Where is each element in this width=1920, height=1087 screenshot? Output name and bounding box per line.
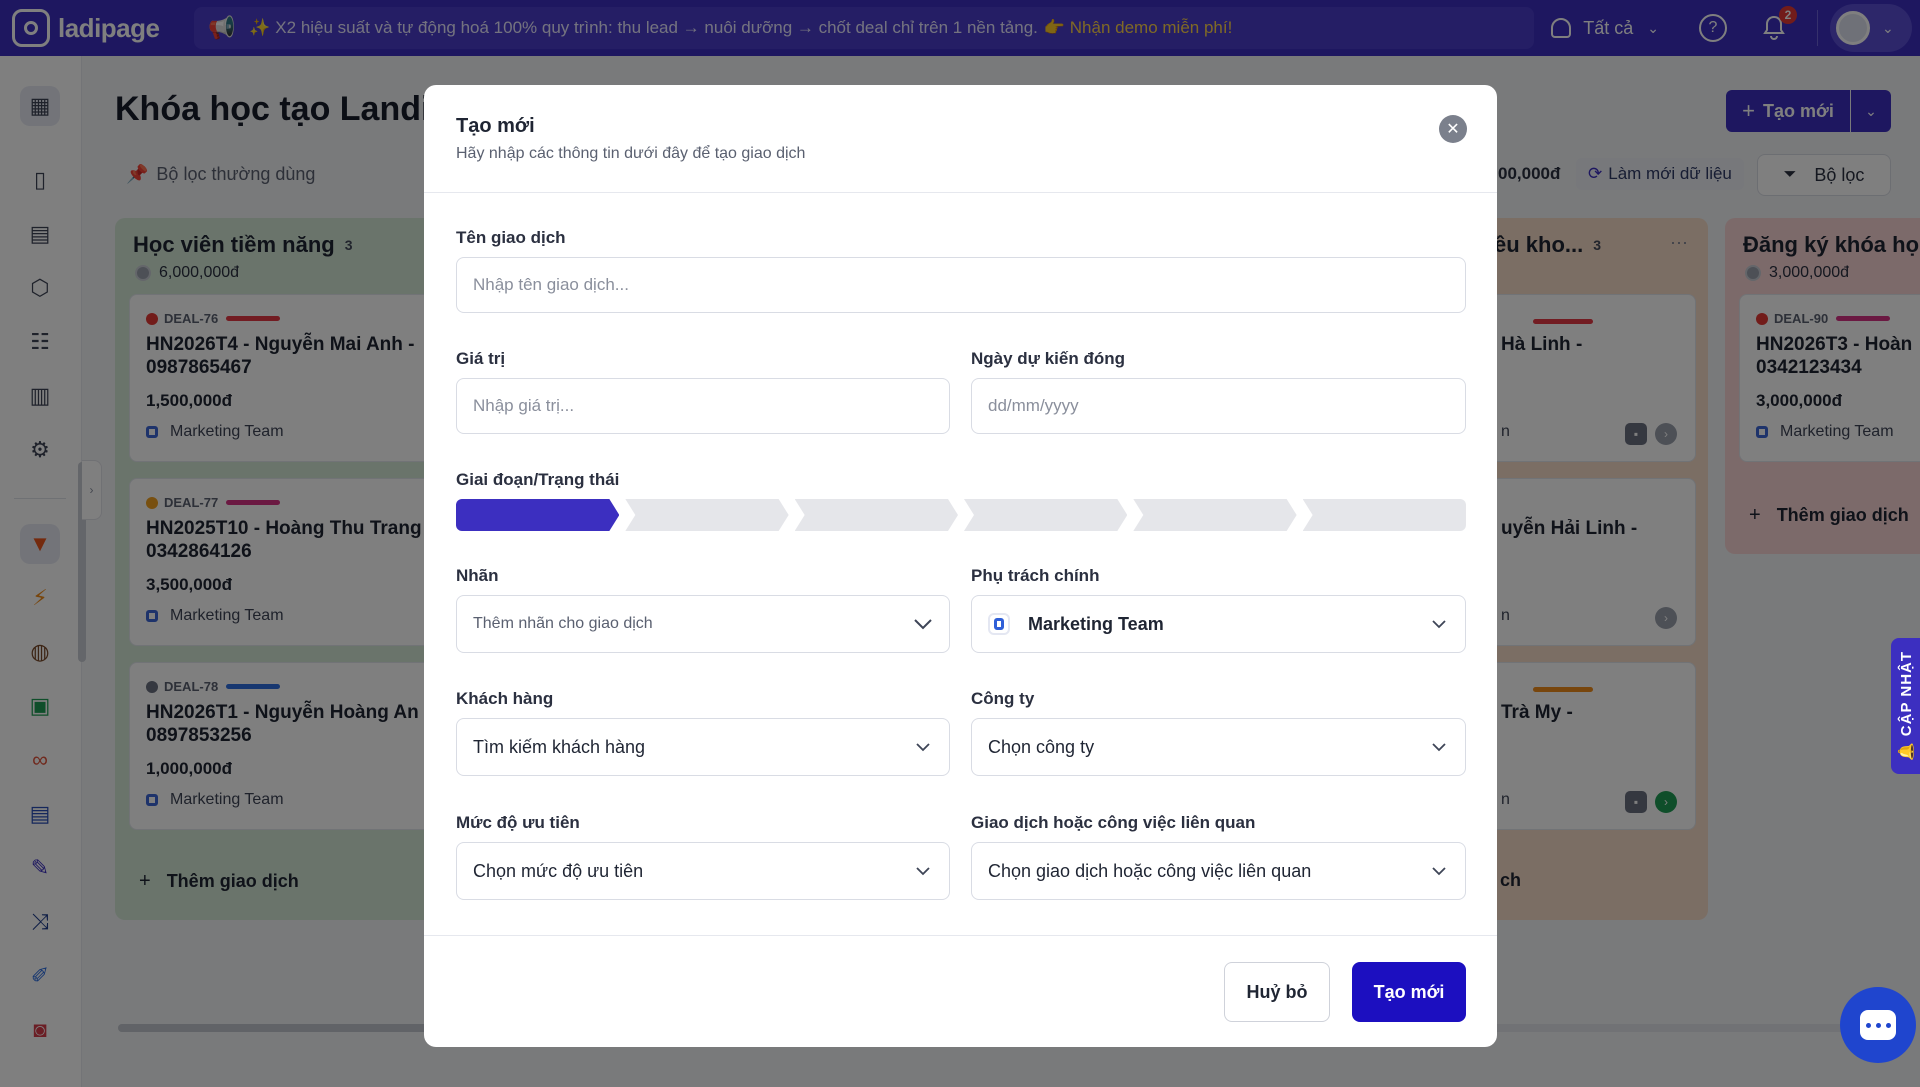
chevron-down-icon: [1429, 737, 1449, 757]
owner-value: Marketing Team: [1028, 613, 1164, 634]
cancel-button[interactable]: Huỷ bỏ: [1224, 962, 1330, 1022]
chat-widget-button[interactable]: [1840, 987, 1916, 1063]
chevron-down-icon: [913, 614, 933, 634]
related-value: Chọn giao dịch hoặc công việc liên quan: [988, 860, 1312, 881]
owner-label: Phụ trách chính: [971, 566, 1100, 585]
chevron-down-icon: [1429, 861, 1449, 881]
stage-selector: [456, 499, 1466, 531]
submit-create-button[interactable]: Tạo mới: [1352, 962, 1466, 1022]
company-label: Công ty: [971, 689, 1035, 708]
modal-subtitle: Hãy nhập các thông tin dưới đây để tạo g…: [456, 145, 806, 162]
priority-select[interactable]: Chọn mức độ ưu tiên: [456, 842, 950, 900]
tags-label: Nhãn: [456, 566, 499, 585]
stage-step-5[interactable]: [1133, 499, 1296, 531]
related-select[interactable]: Chọn giao dịch hoặc công việc liên quan: [971, 842, 1466, 900]
value-label: Giá trị: [456, 349, 506, 368]
priority-value: Chọn mức độ ưu tiên: [473, 860, 644, 881]
customer-select[interactable]: Tìm kiếm khách hàng: [456, 718, 950, 776]
chevron-down-icon: [913, 861, 933, 881]
tags-select[interactable]: Thêm nhãn cho giao dịch: [456, 595, 950, 653]
team-icon: [988, 613, 1010, 635]
stage-step-3[interactable]: [795, 499, 958, 531]
related-label: Giao dịch hoặc công việc liên quan: [971, 813, 1256, 832]
chevron-down-icon: [913, 737, 933, 757]
owner-select[interactable]: Marketing Team: [971, 595, 1466, 653]
chevron-down-icon: [1429, 614, 1449, 634]
deal-name-label: Tên giao dịch: [456, 228, 566, 247]
stage-step-6[interactable]: [1302, 499, 1466, 531]
stage-step-1[interactable]: [456, 499, 619, 531]
priority-label: Mức độ ưu tiên: [456, 813, 580, 832]
modal-header: Tạo mới Hãy nhập các thông tin dưới đây …: [424, 85, 1497, 193]
deal-name-input[interactable]: [456, 257, 1466, 313]
close-date-label: Ngày dự kiến đóng: [971, 349, 1125, 368]
modal-footer: [424, 935, 1497, 1047]
stage-step-4[interactable]: [964, 499, 1127, 531]
close-icon[interactable]: ✕: [1439, 115, 1467, 143]
company-value: Chọn công ty: [988, 736, 1095, 757]
create-deal-modal: Tạo mới Hãy nhập các thông tin dưới đây …: [424, 85, 1497, 1047]
stage-step-2[interactable]: [625, 499, 788, 531]
customer-label: Khách hàng: [456, 689, 554, 708]
tags-placeholder: Thêm nhãn cho giao dịch: [473, 615, 653, 632]
customer-value: Tìm kiếm khách hàng: [473, 736, 646, 757]
value-input[interactable]: [456, 378, 950, 434]
modal-title: Tạo mới: [456, 115, 535, 137]
updates-label: 🔔 CẬP NHẬT: [1898, 650, 1916, 762]
company-select[interactable]: Chọn công ty: [971, 718, 1466, 776]
chat-icon: [1860, 1010, 1896, 1040]
updates-side-tab[interactable]: 🔔 CẬP NHẬT: [1891, 638, 1920, 774]
close-date-input[interactable]: [971, 378, 1466, 434]
stage-label: Giai đoạn/Trạng thái: [456, 470, 620, 489]
